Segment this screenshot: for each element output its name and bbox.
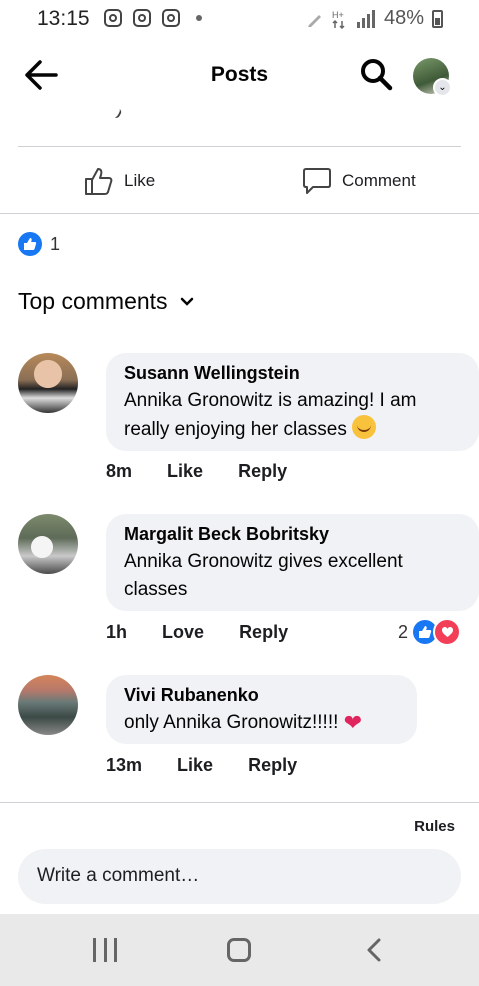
comment-author[interactable]: Margalit Beck Bobritsky: [124, 524, 461, 545]
nav-back-icon[interactable]: [363, 938, 387, 962]
comment-like-button[interactable]: Like: [177, 755, 213, 775]
comment-reply-button[interactable]: Reply: [248, 755, 297, 775]
thumbs-up-icon: [85, 168, 113, 195]
comment-meta: 8m Like Reply: [106, 461, 317, 482]
avatar[interactable]: [18, 353, 78, 413]
battery-percent: 48%: [383, 7, 424, 29]
instagram-notification-icon: [162, 9, 180, 27]
divider: [0, 802, 479, 803]
status-time: 13:15: [37, 7, 90, 30]
comment-time[interactable]: 1h: [106, 622, 127, 642]
signal-icon: [356, 9, 375, 28]
avatar[interactable]: [18, 675, 78, 735]
instagram-notification-icon: [104, 9, 122, 27]
pencil-icon: [307, 14, 321, 27]
data-transfer-icon: H+: [332, 10, 345, 29]
chevron-down-icon: [180, 297, 193, 306]
comment-bubble: Margalit Beck Bobritsky Annika Gronowitz…: [106, 514, 479, 611]
comment-text-content: only Annika Gronowitz!!!!!: [124, 712, 339, 733]
avatar[interactable]: [18, 514, 78, 574]
like-label: Like: [124, 171, 156, 190]
comment-reactions[interactable]: 2: [398, 618, 461, 646]
like-reaction-icon: [18, 232, 42, 256]
profile-avatar[interactable]: ⌄: [413, 58, 452, 97]
top-comments-dropdown[interactable]: Top comments: [18, 288, 194, 315]
comment-reaction-count: 2: [397, 621, 408, 642]
comment-bubble: Susann Wellingstein Annika Gronowitz is …: [106, 353, 479, 451]
comment-love-button[interactable]: Love: [162, 622, 204, 642]
post-reactions[interactable]: 1: [18, 232, 60, 256]
comment-meta: 13m Like Reply: [106, 755, 327, 776]
comment-text: Annika Gronowitz is amazing! I am really…: [124, 387, 461, 444]
comment-time[interactable]: 8m: [106, 461, 132, 481]
comment-author[interactable]: Susann Wellingstein: [124, 363, 461, 384]
comment-time[interactable]: 13m: [106, 755, 142, 775]
status-bar: 13:15 H+ 48%: [0, 0, 479, 38]
svg-text:H+: H+: [332, 10, 344, 20]
more-notifications-dot-icon: [196, 15, 202, 21]
app-bar: Posts ⌄: [0, 45, 479, 105]
comment-meta: 1h Love Reply: [106, 622, 318, 643]
home-icon[interactable]: [227, 938, 251, 962]
love-reaction-icon: [433, 618, 461, 646]
comment-label: Comment: [342, 171, 416, 190]
reaction-count: 1: [50, 233, 61, 254]
comment-reply-button[interactable]: Reply: [238, 461, 287, 481]
battery-icon: [432, 9, 443, 28]
system-nav-bar: [0, 914, 479, 986]
truncated-post-text: [107, 104, 123, 120]
page-title: Posts: [210, 63, 269, 86]
comment-button[interactable]: Comment: [302, 163, 416, 199]
comment-text: Annika Gronowitz gives excellent classes: [124, 551, 403, 600]
divider: [18, 146, 461, 147]
status-right: H+ 48%: [306, 7, 443, 30]
comment-reply-button[interactable]: Reply: [239, 622, 288, 642]
recent-apps-icon[interactable]: [93, 938, 117, 962]
comment-input[interactable]: Write a comment…: [18, 849, 461, 904]
comment-input-placeholder: Write a comment…: [37, 865, 200, 886]
comment-author[interactable]: Vivi Rubanenko: [124, 685, 399, 706]
red-heart-icon: ❤: [343, 710, 363, 735]
rules-link[interactable]: Rules: [414, 818, 455, 835]
comment-bubble: Vivi Rubanenko only Annika Gronowitz!!!!…: [106, 675, 417, 744]
divider: [0, 213, 479, 214]
smiling-face-with-hearts-icon: [352, 415, 377, 439]
comment-text: only Annika Gronowitz!!!!! ❤: [124, 709, 399, 737]
instagram-notification-icon: [133, 9, 151, 27]
chevron-down-icon: ⌄: [433, 78, 452, 97]
like-button[interactable]: Like: [84, 163, 155, 199]
comment-like-button[interactable]: Like: [167, 461, 203, 481]
search-icon[interactable]: [358, 57, 394, 93]
comment-icon: [303, 168, 331, 194]
top-comments-label: Top comments: [18, 288, 168, 314]
